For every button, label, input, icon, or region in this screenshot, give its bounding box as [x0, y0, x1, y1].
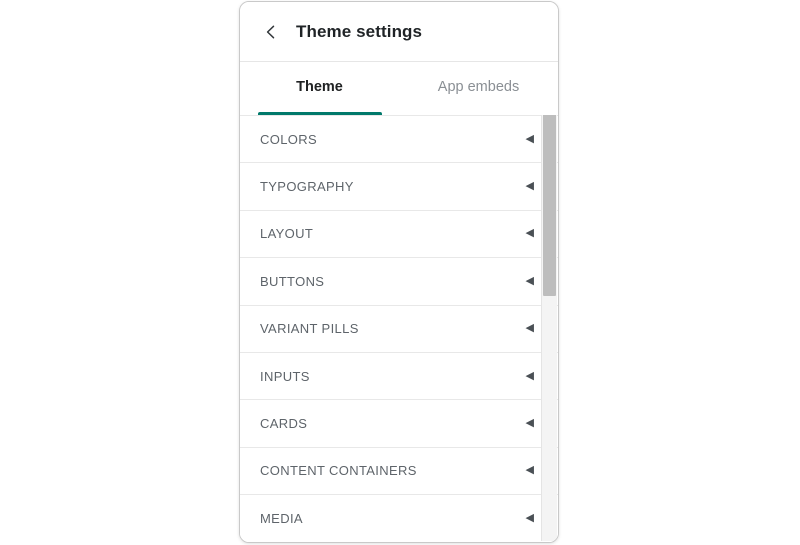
- tab-app-embeds-label: App embeds: [437, 78, 520, 95]
- scrollbar-thumb[interactable]: [543, 115, 556, 296]
- triangle-left-icon: ◀: [525, 417, 534, 430]
- list-item-label: LAYOUT: [260, 226, 314, 242]
- list-item[interactable]: COLORS ◀: [240, 115, 558, 163]
- list-item-label: VARIANT PILLS: [260, 321, 359, 337]
- back-button[interactable]: [258, 19, 284, 45]
- triangle-left-icon: ◀: [525, 227, 534, 240]
- tab-bar: Theme App embeds: [240, 62, 558, 115]
- tab-theme-label: Theme: [296, 78, 343, 95]
- list-item-label: TYPOGRAPHY: [260, 179, 354, 195]
- list-item[interactable]: VARIANT PILLS ◀: [240, 304, 558, 352]
- triangle-left-icon: ◀: [525, 132, 534, 145]
- chevron-left-icon: [262, 23, 280, 41]
- list-item-label: INPUTS: [260, 368, 310, 384]
- list-item[interactable]: BUTTONS ◀: [240, 257, 558, 305]
- list-item-label: CONTENT CONTAINERS: [260, 463, 417, 479]
- vertical-scrollbar[interactable]: [541, 115, 557, 541]
- settings-list-wrapper: COLORS ◀ TYPOGRAPHY ◀ LAYOUT ◀ BUTTONS ◀…: [240, 115, 558, 542]
- triangle-left-icon: ◀: [525, 322, 534, 335]
- theme-settings-panel: Theme settings Theme App embeds COLORS ◀: [239, 1, 559, 543]
- triangle-left-icon: ◀: [525, 511, 534, 524]
- list-item-label: MEDIA: [260, 510, 303, 526]
- page-root: Theme settings Theme App embeds COLORS ◀: [0, 0, 800, 545]
- triangle-left-icon: ◀: [525, 180, 534, 193]
- list-item[interactable]: CONTENT CONTAINERS ◀: [240, 446, 558, 495]
- tab-theme[interactable]: Theme: [240, 62, 399, 115]
- list-item[interactable]: CARDS ◀: [240, 399, 558, 447]
- triangle-left-icon: ◀: [525, 274, 534, 287]
- list-item-label: CARDS: [260, 416, 308, 432]
- list-item[interactable]: INPUTS ◀: [240, 351, 558, 400]
- triangle-left-icon: ◀: [525, 464, 534, 477]
- settings-list: COLORS ◀ TYPOGRAPHY ◀ LAYOUT ◀ BUTTONS ◀…: [240, 115, 558, 542]
- list-item[interactable]: LAYOUT ◀: [240, 209, 558, 258]
- tab-app-embeds[interactable]: App embeds: [399, 62, 558, 115]
- list-item-label: COLORS: [260, 131, 318, 147]
- list-item-label: BUTTONS: [260, 273, 325, 289]
- list-item[interactable]: MEDIA ◀: [240, 494, 558, 542]
- triangle-left-icon: ◀: [525, 369, 534, 382]
- page-title: Theme settings: [296, 21, 423, 41]
- list-item[interactable]: TYPOGRAPHY ◀: [240, 162, 558, 210]
- panel-header: Theme settings: [240, 2, 558, 62]
